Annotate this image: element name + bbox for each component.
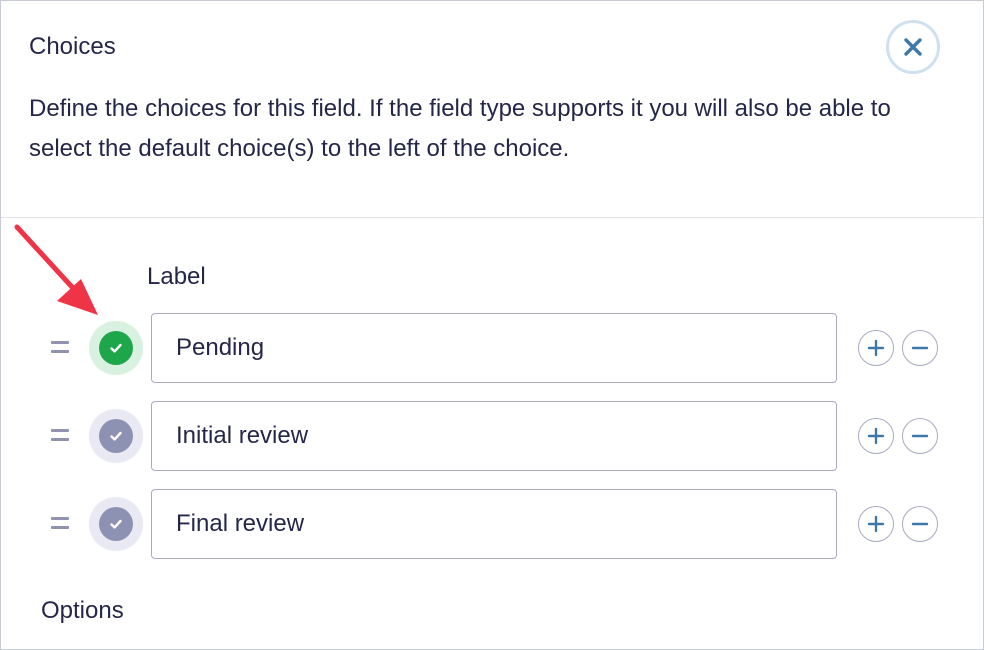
drag-handle-icon[interactable] (51, 341, 69, 355)
plus-icon (867, 427, 885, 445)
panel-description: Define the choices for this field. If th… (29, 95, 891, 162)
choice-row (1, 401, 983, 473)
add-choice-button[interactable] (858, 330, 894, 366)
choice-label-input[interactable] (151, 401, 837, 471)
plus-icon (867, 339, 885, 357)
remove-choice-button[interactable] (902, 418, 938, 454)
label-column-header: Label (147, 263, 206, 290)
drag-handle-icon[interactable] (51, 429, 69, 443)
remove-choice-button[interactable] (902, 330, 938, 366)
default-choice-toggle[interactable] (89, 497, 143, 551)
panel-title: Choices (29, 33, 116, 60)
default-choice-toggle[interactable] (89, 409, 143, 463)
add-choice-button[interactable] (858, 418, 894, 454)
minus-icon (911, 346, 929, 350)
choices-panel: Choices Define the choices for this fiel… (0, 0, 984, 650)
minus-icon (911, 522, 929, 526)
add-choice-button[interactable] (858, 506, 894, 542)
choice-label-input[interactable] (151, 313, 837, 383)
check-icon (110, 519, 122, 529)
choice-label-input[interactable] (151, 489, 837, 559)
default-choice-toggle[interactable] (89, 321, 143, 375)
minus-icon (911, 434, 929, 438)
choice-row (1, 489, 983, 561)
close-button[interactable] (886, 20, 940, 74)
remove-choice-button[interactable] (902, 506, 938, 542)
options-section-title: Options (41, 597, 124, 624)
check-icon (110, 431, 122, 441)
drag-handle-icon[interactable] (51, 517, 69, 531)
choice-row (1, 313, 983, 385)
panel-header: Choices Define the choices for this fiel… (1, 1, 983, 218)
plus-icon (867, 515, 885, 533)
check-icon (110, 343, 122, 353)
close-icon (904, 38, 922, 56)
